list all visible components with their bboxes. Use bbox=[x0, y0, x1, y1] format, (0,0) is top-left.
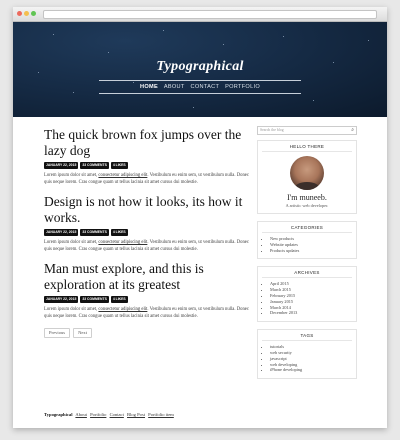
close-window-icon[interactable] bbox=[17, 11, 22, 16]
post-likes-badge[interactable]: 4 LIKES bbox=[110, 296, 128, 303]
hero-banner: Typographical HOME ABOUT CONTACT PORTFOL… bbox=[13, 22, 387, 117]
footer: Typographical About Portfolio Contact Bl… bbox=[44, 412, 176, 417]
next-button[interactable]: Next bbox=[73, 328, 93, 338]
post-meta: JANUARY 22, 2015 33 COMMENTS 4 LIKES bbox=[44, 229, 249, 236]
post-date-badge: JANUARY 22, 2015 bbox=[44, 162, 79, 169]
widget-title: HELLO THERE bbox=[262, 144, 352, 152]
divider bbox=[99, 93, 301, 94]
nav-contact[interactable]: CONTACT bbox=[190, 84, 219, 90]
pagination: Previous Next bbox=[44, 328, 249, 338]
post-date-badge: JANUARY 22, 2015 bbox=[44, 229, 79, 236]
post-meta: JANUARY 22, 2015 33 COMMENTS 4 LIKES bbox=[44, 162, 249, 169]
post-likes-badge[interactable]: 4 LIKES bbox=[110, 162, 128, 169]
post-comments-badge[interactable]: 33 COMMENTS bbox=[80, 229, 109, 236]
categories-widget: CATEGORIES New products Website updates … bbox=[257, 221, 357, 260]
archive-item[interactable]: December 2013 bbox=[270, 310, 352, 316]
widget-title: TAGS bbox=[262, 333, 352, 342]
tags-widget: TAGS tutorials web security javascript w… bbox=[257, 329, 357, 380]
nav-about[interactable]: ABOUT bbox=[164, 84, 185, 90]
search-placeholder: Search the blog bbox=[260, 128, 284, 132]
widget-title: CATEGORIES bbox=[262, 225, 352, 233]
widget-title: ARCHIVES bbox=[262, 270, 352, 279]
avatar bbox=[290, 156, 324, 190]
post-likes-badge[interactable]: 4 LIKES bbox=[110, 229, 128, 236]
nav-portfolio[interactable]: PORTFOLIO bbox=[225, 84, 260, 90]
post-list: The quick brown fox jumps over the lazy … bbox=[44, 127, 249, 338]
post-title[interactable]: Man must explore, and this is exploratio… bbox=[44, 261, 249, 293]
post-date-badge: JANUARY 22, 2015 bbox=[44, 296, 79, 303]
sidebar: Search the blog ⌕ HELLO THERE I'm muneeb… bbox=[257, 126, 357, 386]
footer-link-contact[interactable]: Contact bbox=[110, 412, 124, 417]
browser-window: Typographical HOME ABOUT CONTACT PORTFOL… bbox=[13, 7, 387, 428]
excerpt-text: Lorem ipsum dolor sit amet, bbox=[44, 173, 99, 178]
maximize-window-icon[interactable] bbox=[31, 11, 36, 16]
author-bio: A artistic web developer. bbox=[285, 203, 329, 208]
category-item[interactable]: Products updates bbox=[270, 248, 352, 254]
post-comments-badge[interactable]: 33 COMMENTS bbox=[80, 296, 109, 303]
excerpt-link[interactable]: consectetur adipiscing elit bbox=[98, 240, 147, 245]
post-excerpt: Lorem ipsum dolor sit amet, consectetur … bbox=[44, 306, 249, 320]
about-widget: HELLO THERE I'm muneeb. A artistic web d… bbox=[257, 140, 357, 214]
footer-brand[interactable]: Typographical bbox=[44, 412, 73, 417]
archives-widget: ARCHIVES April 2015 March 2015 February … bbox=[257, 266, 357, 323]
post: Man must explore, and this is exploratio… bbox=[44, 261, 249, 320]
nav-home[interactable]: HOME bbox=[140, 84, 158, 90]
post: Design is not how it looks, its how it w… bbox=[44, 194, 249, 253]
search-input[interactable]: Search the blog ⌕ bbox=[257, 126, 357, 135]
site-title[interactable]: Typographical bbox=[13, 59, 387, 75]
address-bar[interactable] bbox=[43, 10, 377, 19]
main-nav: HOME ABOUT CONTACT PORTFOLIO bbox=[13, 84, 387, 90]
post-title[interactable]: The quick brown fox jumps over the lazy … bbox=[44, 127, 249, 159]
previous-button[interactable]: Previous bbox=[44, 328, 71, 338]
footer-link-blog-post[interactable]: Blog Post bbox=[127, 412, 145, 417]
tag-item[interactable]: iPhone developing bbox=[270, 367, 352, 373]
divider bbox=[99, 80, 301, 81]
post: The quick brown fox jumps over the lazy … bbox=[44, 127, 249, 186]
excerpt-link[interactable]: consectetur adipiscing elit bbox=[98, 307, 147, 312]
footer-link-portfolio-item[interactable]: Portfolio item bbox=[148, 412, 174, 417]
archive-list: April 2015 March 2015 February 2015 Janu… bbox=[262, 281, 352, 316]
post-excerpt: Lorem ipsum dolor sit amet, consectetur … bbox=[44, 172, 249, 186]
browser-toolbar bbox=[13, 7, 387, 22]
post-title[interactable]: Design is not how it looks, its how it w… bbox=[44, 194, 249, 226]
excerpt-link[interactable]: consectetur adipiscing elit bbox=[98, 173, 147, 178]
footer-link-portfolio[interactable]: Portfolio bbox=[90, 412, 106, 417]
minimize-window-icon[interactable] bbox=[24, 11, 29, 16]
author-name: I'm muneeb. bbox=[287, 193, 327, 202]
post-excerpt: Lorem ipsum dolor sit amet, consectetur … bbox=[44, 239, 249, 253]
tag-list: tutorials web security javascript web de… bbox=[262, 344, 352, 373]
post-comments-badge[interactable]: 33 COMMENTS bbox=[80, 162, 109, 169]
footer-link-about[interactable]: About bbox=[75, 412, 86, 417]
excerpt-text: Lorem ipsum dolor sit amet, bbox=[44, 307, 99, 312]
category-list: New products Website updates Products up… bbox=[262, 236, 352, 253]
post-meta: JANUARY 22, 2015 33 COMMENTS 4 LIKES bbox=[44, 296, 249, 303]
excerpt-text: Lorem ipsum dolor sit amet, bbox=[44, 240, 99, 245]
search-icon[interactable]: ⌕ bbox=[351, 128, 354, 133]
